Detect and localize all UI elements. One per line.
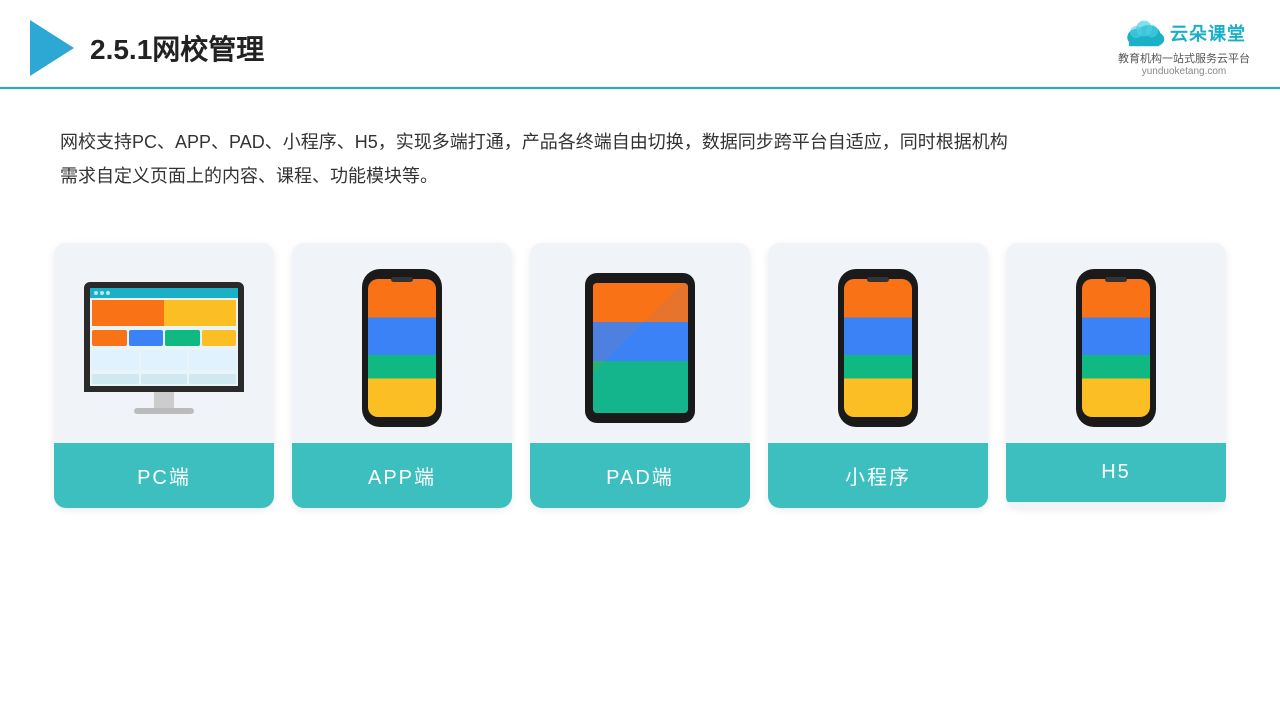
pc-monitor bbox=[84, 282, 244, 414]
phone-frame-mini bbox=[838, 269, 918, 427]
phone-screen-app bbox=[368, 279, 436, 417]
phone-screen-mini bbox=[844, 279, 912, 417]
card-miniprogram-image bbox=[768, 243, 988, 443]
card-h5-image bbox=[1006, 243, 1226, 443]
cloud-icon bbox=[1122, 18, 1166, 48]
phone-frame-app bbox=[362, 269, 442, 427]
logo-url: yunduoketang.com bbox=[1142, 66, 1227, 77]
logo-text-main: 云朵课堂 bbox=[1170, 20, 1246, 46]
logo-cloud: 云朵课堂 bbox=[1122, 18, 1246, 48]
logo-area: 云朵课堂 教育机构一站式服务云平台 yunduoketang.com bbox=[1118, 18, 1250, 77]
description-text: 网校支持PC、APP、PAD、小程序、H5，实现多端打通，产品各终端自由切换，数… bbox=[60, 125, 1220, 159]
phone-frame-h5 bbox=[1076, 269, 1156, 427]
card-pc-label: PC端 bbox=[54, 443, 274, 508]
card-miniprogram-label: 小程序 bbox=[768, 443, 988, 508]
description-text-2: 需求自定义页面上的内容、课程、功能模块等。 bbox=[60, 159, 1220, 193]
card-app-label: APP端 bbox=[292, 443, 512, 508]
card-pc: PC端 bbox=[54, 243, 274, 508]
card-app: APP端 bbox=[292, 243, 512, 508]
tablet-frame bbox=[585, 273, 695, 423]
monitor-screen bbox=[84, 282, 244, 392]
header: 2.5.1网校管理 云朵课堂 教育机构一站式服务云平台 yunduoketang… bbox=[0, 0, 1280, 89]
card-h5-label: H5 bbox=[1006, 443, 1226, 502]
header-left: 2.5.1网校管理 bbox=[30, 20, 264, 76]
card-app-image bbox=[292, 243, 512, 443]
tablet-screen bbox=[593, 283, 688, 413]
play-icon bbox=[30, 20, 74, 76]
cards-section: PC端 APP端 PAD端 bbox=[0, 223, 1280, 508]
card-pad-label: PAD端 bbox=[530, 443, 750, 508]
card-pad-image bbox=[530, 243, 750, 443]
card-miniprogram: 小程序 bbox=[768, 243, 988, 508]
description: 网校支持PC、APP、PAD、小程序、H5，实现多端打通，产品各终端自由切换，数… bbox=[0, 89, 1280, 213]
phone-screen-h5 bbox=[1082, 279, 1150, 417]
card-h5: H5 bbox=[1006, 243, 1226, 508]
page-title: 2.5.1网校管理 bbox=[90, 28, 264, 68]
card-pad: PAD端 bbox=[530, 243, 750, 508]
logo-sub: 教育机构一站式服务云平台 bbox=[1118, 50, 1250, 66]
card-pc-image bbox=[54, 243, 274, 443]
